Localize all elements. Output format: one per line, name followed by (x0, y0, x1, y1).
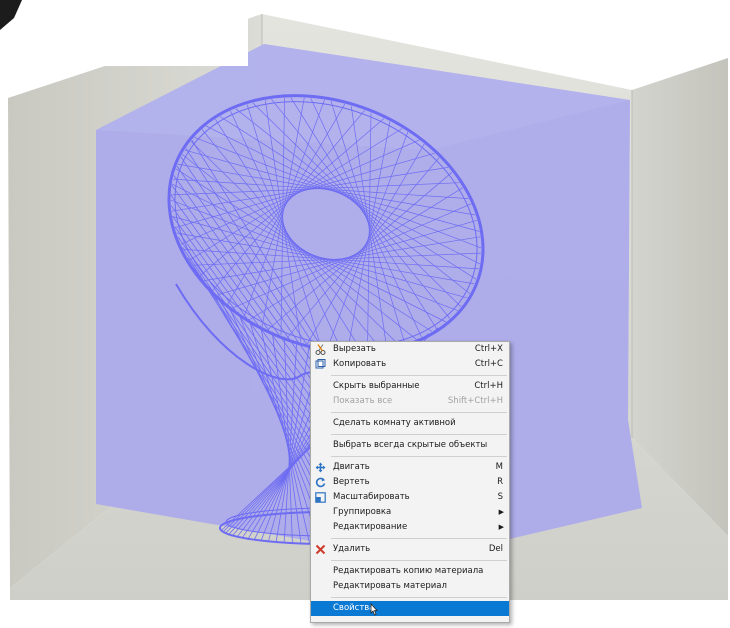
menu-item-label: Масштабировать (333, 492, 410, 502)
menu-item-shortcut: Ctrl+H (474, 381, 503, 391)
menu-item-label: Редактировать копию материала (333, 566, 484, 576)
menu-item-shortcut: Ctrl+X (474, 344, 503, 354)
scale-icon (315, 492, 326, 503)
menu-item-shortcut: S (497, 492, 503, 502)
menu-separator (331, 538, 507, 539)
submenu-arrow-icon: ▶ (498, 508, 504, 516)
menu-item-shortcut: Shift+Ctrl+H (447, 396, 503, 406)
menu-item-scale[interactable]: Масштабировать S (311, 490, 509, 505)
menu-item-label: Вертеть (333, 477, 370, 487)
menu-item-label: Вырезать (333, 344, 376, 354)
menu-item-copy[interactable]: Копировать Ctrl+C (311, 357, 509, 372)
delete-icon (315, 544, 326, 555)
scissors-icon (315, 344, 326, 355)
copy-icon (315, 359, 326, 369)
menu-item-rotate[interactable]: Вертеть R (311, 475, 509, 490)
menu-item-grouping[interactable]: Группировка ▶ (311, 505, 509, 520)
menu-item-shortcut: Ctrl+C (474, 359, 503, 369)
menu-item-make-room-active[interactable]: Сделать комнату активной (311, 416, 509, 431)
menu-item-shortcut: Del (488, 544, 503, 554)
menu-separator (331, 560, 507, 561)
menu-item-editing[interactable]: Редактирование ▶ (311, 520, 509, 535)
menu-item-delete[interactable]: Удалить Del (311, 542, 509, 557)
menu-item-label: Скрыть выбранные (333, 381, 420, 391)
rotate-icon (315, 477, 326, 488)
menu-item-label: Редактирование (333, 522, 408, 532)
menu-item-label: Копировать (333, 359, 387, 369)
menu-item-label: Выбрать всегда скрытые объекты (333, 440, 488, 450)
menu-item-hide-selected[interactable]: Скрыть выбранные Ctrl+H (311, 379, 509, 394)
menu-separator (331, 375, 507, 376)
screen-corner-fragment (0, 0, 248, 66)
menu-item-edit-material-copy[interactable]: Редактировать копию материала (311, 564, 509, 579)
menu-separator (331, 456, 507, 457)
menu-item-shortcut: M (495, 462, 503, 472)
menu-separator (331, 597, 507, 598)
menu-item-label: Удалить (333, 544, 371, 554)
context-menu: Вырезать Ctrl+X Копировать Ctrl+C Скрыть… (310, 341, 510, 623)
menu-item-move[interactable]: Двигать M (311, 460, 509, 475)
menu-separator (331, 412, 507, 413)
move-icon (315, 462, 326, 473)
menu-item-edit-material[interactable]: Редактировать материал (311, 579, 509, 594)
menu-item-label: Показать все (333, 396, 393, 406)
submenu-arrow-icon: ▶ (498, 523, 504, 531)
menu-item-shortcut: R (497, 477, 503, 487)
menu-separator (331, 434, 507, 435)
menu-item-label: Редактировать материал (333, 581, 447, 591)
menu-item-show-all: Показать все Shift+Ctrl+H (311, 394, 509, 409)
menu-item-label: Двигать (333, 462, 370, 472)
menu-item-properties[interactable]: Свойства (311, 601, 509, 616)
menu-item-label: Сделать комнату активной (333, 418, 456, 428)
mouse-cursor-icon (370, 603, 378, 616)
menu-item-label: Группировка (333, 507, 392, 517)
menu-item-select-always-hidden[interactable]: Выбрать всегда скрытые объекты (311, 438, 509, 453)
menu-item-cut[interactable]: Вырезать Ctrl+X (311, 342, 509, 357)
